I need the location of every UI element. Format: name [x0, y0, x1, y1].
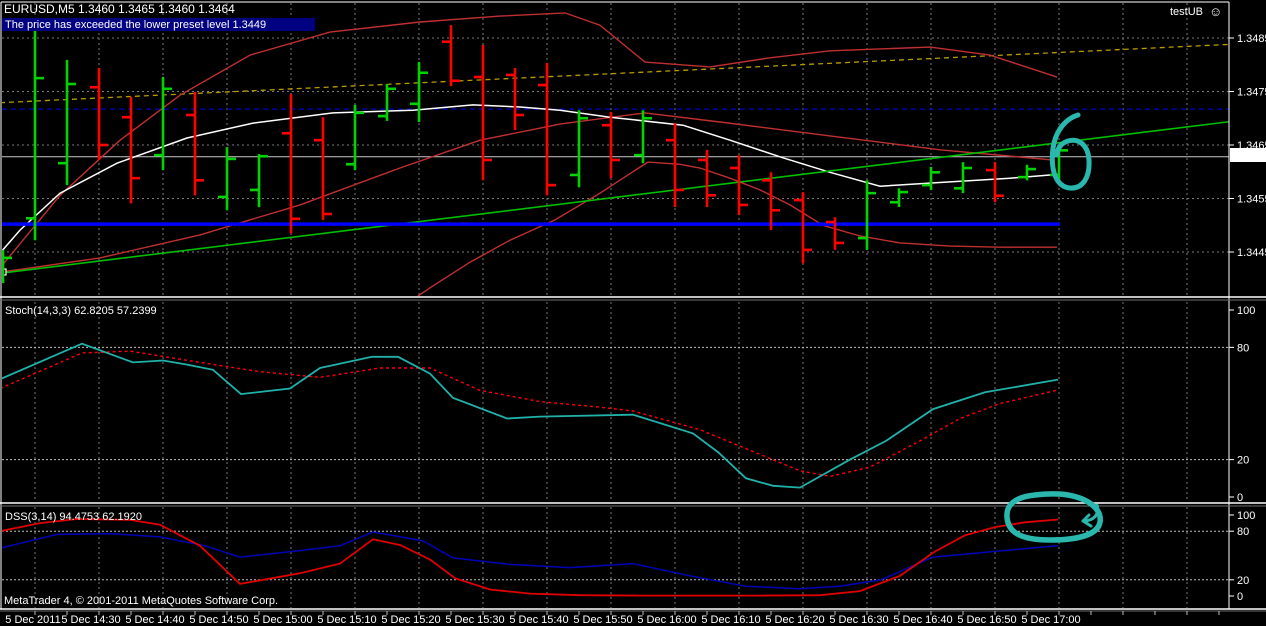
time-axis-label: 5 Dec 15:50 [573, 614, 632, 626]
chart-title: EURUSD,M5 1.3460 1.3465 1.3460 1.3464 [4, 2, 235, 16]
price-axis-label: 1.3455 [1237, 194, 1266, 206]
time-axis-label: 5 Dec 2011 [5, 614, 60, 626]
generated-chart-layers: 1.34851.34751.34651.34551.34451008020010… [0, 0, 1266, 626]
time-axis-label: 5 Dec 14:30 [61, 614, 120, 626]
stoch-axis-label: 0 [1237, 492, 1243, 504]
mt4-chart-window: 1.34851.34751.34651.34551.34451008020010… [0, 0, 1266, 626]
dss-indicator-label: DSS(3,14) 94.4753 62.1920 [5, 511, 142, 523]
ea-name-label: testUB [1170, 6, 1203, 18]
copyright-label: MetaTrader 4, © 2001-2011 MetaQuotes Sof… [4, 595, 278, 607]
time-axis-label: 5 Dec 14:50 [189, 614, 248, 626]
time-axis-label: 5 Dec 16:00 [637, 614, 696, 626]
time-axis-label: 5 Dec 16:40 [893, 614, 952, 626]
current-price-value: 1.3464 [1231, 150, 1265, 162]
smiley-icon: ☺ [1209, 4, 1222, 19]
alert-banner-text: The price has exceeded the lower preset … [5, 19, 266, 31]
time-axis-label: 5 Dec 15:10 [317, 614, 376, 626]
stoch-indicator-label: Stoch(14,3,3) 62.8205 57.2399 [5, 305, 157, 317]
current-price-tag: 1.3464 [1230, 148, 1266, 162]
time-axis-label: 5 Dec 16:20 [765, 614, 824, 626]
time-axis-label: 5 Dec 17:00 [1021, 614, 1080, 626]
chart-canvas[interactable]: 1.34851.34751.34651.34551.34451008020010… [0, 0, 1266, 626]
time-axis-label: 5 Dec 15:40 [509, 614, 568, 626]
time-axis-label: 5 Dec 15:30 [445, 614, 504, 626]
dss-axis-label: 20 [1237, 575, 1249, 587]
time-axis-label: 5 Dec 15:20 [381, 614, 440, 626]
dss-axis-label: 0 [1237, 591, 1243, 603]
stoch-axis-label: 100 [1237, 305, 1255, 317]
stoch-axis-label: 20 [1237, 455, 1249, 467]
time-axis-label: 5 Dec 16:30 [829, 614, 888, 626]
time-axis-label: 5 Dec 15:00 [253, 614, 312, 626]
time-axis-label: 5 Dec 16:10 [701, 614, 760, 626]
time-axis-label: 5 Dec 14:40 [125, 614, 184, 626]
stoch-axis-label: 80 [1237, 342, 1249, 354]
price-axis-label: 1.3475 [1237, 87, 1266, 99]
price-axis-label: 1.3485 [1237, 33, 1266, 45]
dss-axis-label: 100 [1237, 510, 1255, 522]
dss-axis-label: 80 [1237, 526, 1249, 538]
price-axis-label: 1.3445 [1237, 247, 1266, 259]
time-axis-label: 5 Dec 16:50 [957, 614, 1016, 626]
